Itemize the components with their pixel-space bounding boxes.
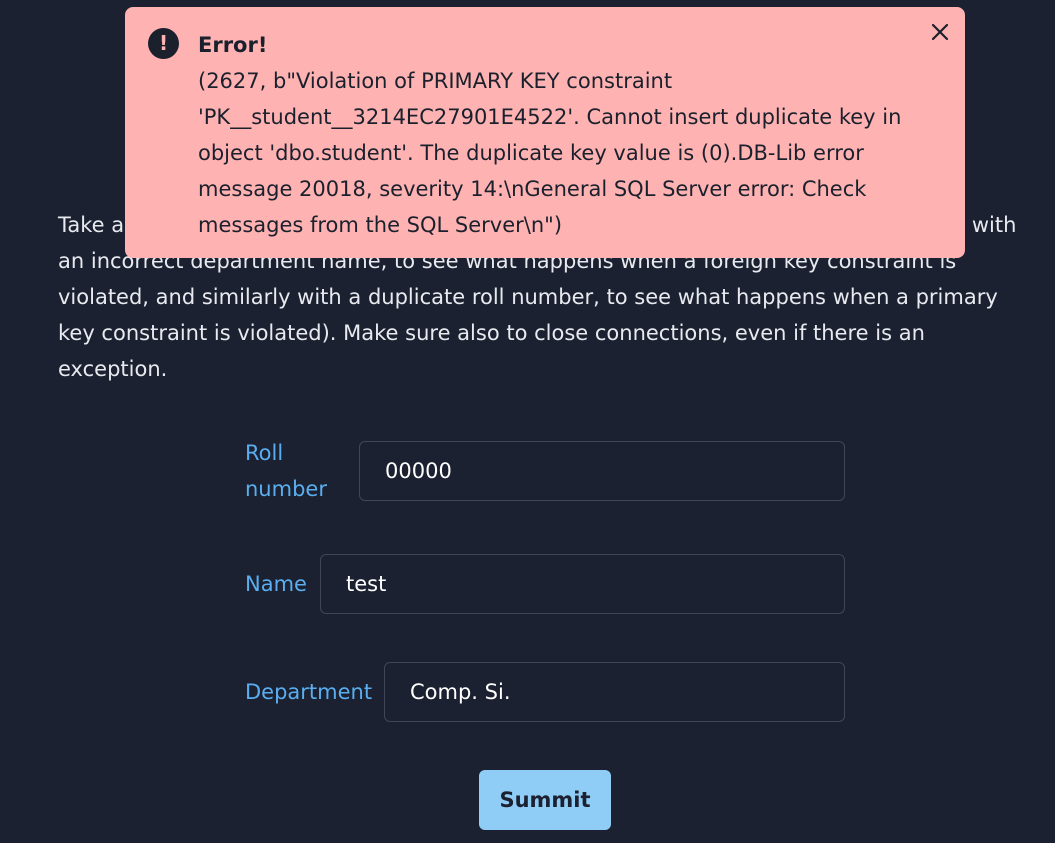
alert-title: Error!: [198, 33, 268, 57]
alert-message: (2627, b"Violation of PRIMARY KEY constr…: [198, 69, 902, 237]
department-row: Department: [245, 662, 845, 722]
department-label: Department: [245, 680, 373, 704]
department-input[interactable]: [384, 662, 845, 722]
roll-number-input[interactable]: [359, 441, 845, 501]
submit-button[interactable]: Summit: [479, 770, 611, 830]
exclamation-circle-icon: !: [148, 28, 179, 59]
roll-number-row: Roll number: [245, 435, 845, 507]
roll-number-label: Roll number: [245, 441, 327, 501]
close-icon: [931, 23, 949, 41]
name-row: Name: [245, 554, 845, 614]
name-label: Name: [245, 572, 307, 596]
name-input[interactable]: [320, 554, 845, 614]
error-alert: ! Error! (2627, b"Violation of PRIMARY K…: [125, 7, 965, 258]
close-alert-button[interactable]: [927, 19, 953, 45]
